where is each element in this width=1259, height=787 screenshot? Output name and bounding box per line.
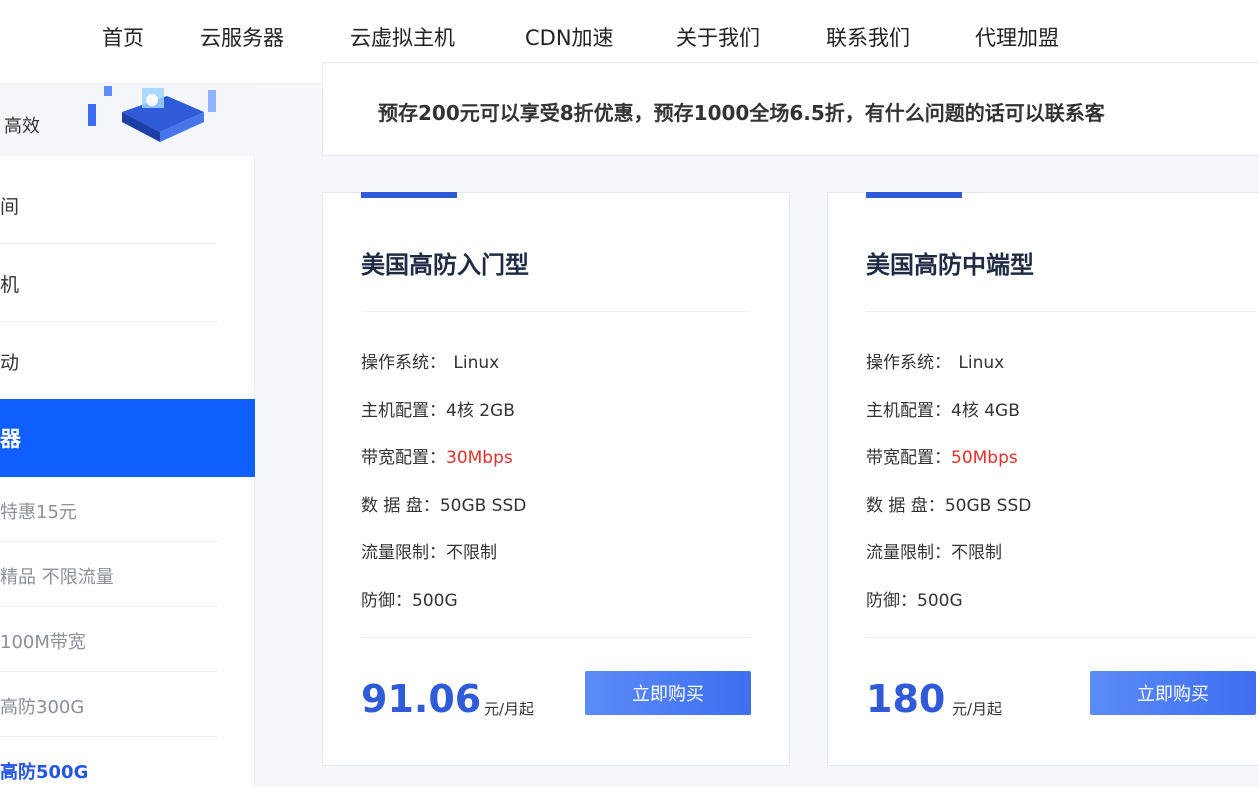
sidebar-banner-text: 高效 bbox=[4, 116, 40, 137]
spec-os: 操作系统： Linux bbox=[361, 348, 499, 373]
spec-traffic: 流量限制：不限制 bbox=[361, 538, 497, 563]
nav-virtual-host[interactable]: 云虚拟主机 bbox=[350, 22, 455, 52]
nav-home[interactable]: 首页 bbox=[102, 22, 144, 52]
card-accent-bar bbox=[866, 192, 962, 198]
sidebar: 高效 间 机 动 器 特惠15元 精品 不限流量 100M带宽 高防300G 高… bbox=[0, 84, 255, 787]
sidebar-item-label: 间 bbox=[0, 196, 20, 218]
divider bbox=[361, 311, 751, 312]
spec-value: 4核 2GB bbox=[446, 401, 515, 421]
spec-bandwidth: 带宽配置：30Mbps bbox=[361, 443, 513, 468]
product-card: 美国高防入门型 操作系统： Linux 主机配置：4核 2GB 带宽配置：30M… bbox=[322, 192, 790, 766]
sub-item-label: 100M带宽 bbox=[0, 632, 86, 653]
sub-item-defense-300g[interactable]: 高防300G bbox=[0, 672, 217, 737]
spec-config: 主机配置：4核 2GB bbox=[361, 396, 515, 421]
spec-os: 操作系统： Linux bbox=[866, 348, 1004, 373]
sidebar-item-1[interactable]: 间 bbox=[0, 166, 217, 244]
spec-value: Linux bbox=[453, 353, 500, 373]
spec-label: 主机配置： bbox=[361, 401, 446, 421]
sub-item-100m[interactable]: 100M带宽 bbox=[0, 607, 217, 672]
spec-traffic: 流量限制：不限制 bbox=[866, 538, 1002, 563]
spec-value: 不限制 bbox=[446, 543, 497, 563]
product-title: 美国高防中端型 bbox=[866, 251, 1034, 279]
sidebar-item-3[interactable]: 动 bbox=[0, 322, 217, 399]
sub-item-special-15[interactable]: 特惠15元 bbox=[0, 477, 217, 542]
buy-now-button[interactable]: 立即购买 bbox=[1090, 671, 1256, 715]
spec-label: 数 据 盘： bbox=[361, 496, 440, 516]
price-unit: 元/月起 bbox=[484, 700, 535, 718]
server-illustration-icon bbox=[88, 86, 216, 142]
spec-value: 50GB SSD bbox=[944, 496, 1032, 516]
divider bbox=[866, 311, 1256, 312]
spec-value: 30Mbps bbox=[446, 448, 513, 468]
buy-now-button[interactable]: 立即购买 bbox=[585, 671, 751, 715]
spec-label: 数 据 盘： bbox=[866, 496, 945, 516]
product-price: 180 bbox=[866, 677, 946, 721]
sidebar-item-2[interactable]: 机 bbox=[0, 244, 217, 322]
spec-defense: 防御：500G bbox=[361, 591, 458, 611]
sub-item-label: 精品 不限流量 bbox=[0, 567, 114, 588]
spec-value: 不限制 bbox=[951, 543, 1002, 563]
spec-label: 流量限制： bbox=[361, 543, 446, 563]
spec-label: 操作系统： bbox=[866, 353, 951, 373]
spec-value: Linux bbox=[958, 353, 1005, 373]
price-unit: 元/月起 bbox=[952, 700, 1003, 718]
divider bbox=[866, 637, 1256, 638]
product-price: 91.06 bbox=[361, 677, 482, 721]
spec-label: 带宽配置： bbox=[361, 448, 446, 468]
sub-item-premium[interactable]: 精品 不限流量 bbox=[0, 542, 217, 607]
spec-value: 4核 4GB bbox=[951, 401, 1020, 421]
spec-label: 主机配置： bbox=[866, 401, 951, 421]
divider bbox=[361, 637, 751, 638]
product-title: 美国高防入门型 bbox=[361, 251, 529, 279]
promo-notice: 预存200元可以享受8折优惠，预存1000全场6.5折，有什么问题的话可以联系客 bbox=[322, 62, 1259, 156]
sub-item-label: 高防500G bbox=[0, 762, 89, 783]
product-card: 美国高防中端型 操作系统： Linux 主机配置：4核 4GB 带宽配置：50M… bbox=[827, 192, 1259, 766]
sub-item-defense-500g[interactable]: 高防500G bbox=[0, 737, 217, 787]
spec-config: 主机配置：4核 4GB bbox=[866, 396, 1020, 421]
sub-item-label: 特惠15元 bbox=[0, 502, 77, 523]
spec-label: 流量限制： bbox=[866, 543, 951, 563]
sidebar-item-active[interactable]: 器 bbox=[0, 399, 255, 477]
spec-value: 50GB SSD bbox=[439, 496, 527, 516]
spec-disk: 数 据 盘：50GB SSD bbox=[361, 491, 526, 516]
nav-agent[interactable]: 代理加盟 bbox=[975, 22, 1059, 52]
promo-notice-text: 预存200元可以享受8折优惠，预存1000全场6.5折，有什么问题的话可以联系客 bbox=[378, 101, 1105, 125]
sidebar-banner: 高效 bbox=[0, 84, 255, 156]
nav-cloud-server[interactable]: 云服务器 bbox=[200, 22, 284, 52]
nav-cdn[interactable]: CDN加速 bbox=[525, 22, 614, 52]
sidebar-item-label: 机 bbox=[0, 274, 20, 296]
sidebar-item-label: 动 bbox=[0, 352, 20, 374]
nav-contact[interactable]: 联系我们 bbox=[826, 22, 910, 52]
spec-value: 50Mbps bbox=[951, 448, 1018, 468]
spec-disk: 数 据 盘：50GB SSD bbox=[866, 491, 1031, 516]
spec-bandwidth: 带宽配置：50Mbps bbox=[866, 443, 1018, 468]
nav-about[interactable]: 关于我们 bbox=[676, 22, 760, 52]
spec-label: 带宽配置： bbox=[866, 448, 951, 468]
card-accent-bar bbox=[361, 192, 457, 198]
sub-item-label: 高防300G bbox=[0, 697, 85, 718]
spec-label: 操作系统： bbox=[361, 353, 446, 373]
sidebar-active-label: 器 bbox=[0, 427, 21, 451]
spec-defense: 防御：500G bbox=[866, 591, 963, 611]
